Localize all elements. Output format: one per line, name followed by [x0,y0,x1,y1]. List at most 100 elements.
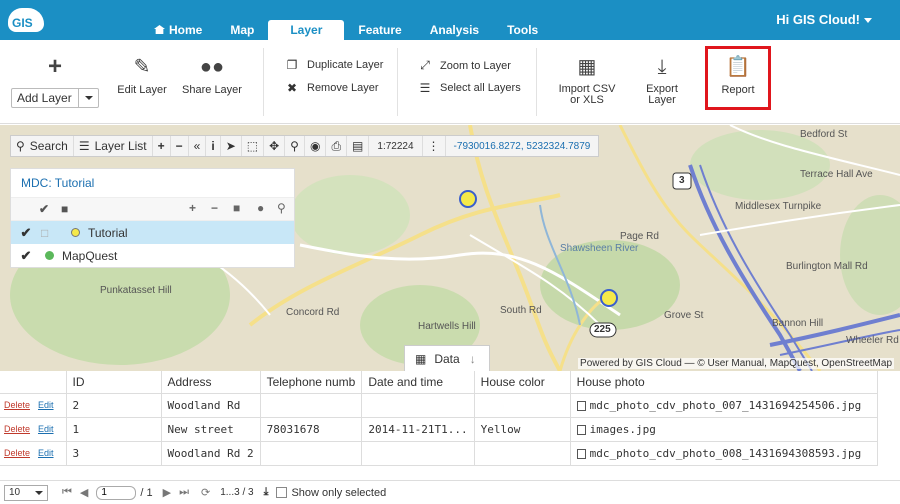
page-number-input[interactable] [96,485,137,500]
lock-icon[interactable]: □ [41,226,59,240]
globe-icon: ◉ [309,139,321,153]
column-header[interactable]: ID [66,371,162,394]
map-label: Shawsheen River [560,243,639,254]
refresh-icon[interactable]: ⟳ [201,486,210,499]
user-icon[interactable]: ● [257,201,264,215]
share-layer-button[interactable]: ●● Share Layer [182,56,242,96]
print-button[interactable]: ⎙ [326,136,348,156]
select-all-layers-button[interactable]: ☰ Select all Layers [418,81,521,95]
info-icon: i [211,139,215,153]
layer-row-tutorial[interactable]: ✔ □ Tutorial [11,221,294,244]
column-header[interactable]: Telephone numb [260,371,363,394]
download-icon: ⤓ [657,56,667,78]
delete-link[interactable]: Delete [4,400,30,410]
table-cell: 1 [66,417,162,442]
table-row[interactable]: Delete Edit 3 Woodland Rd 2 mdc_photo_cdv… [0,441,879,466]
edit-link[interactable]: Edit [38,424,54,434]
table-cell: 3 [66,441,162,466]
globe-button[interactable]: ◉ [305,136,327,156]
column-header[interactable]: Address [161,371,261,394]
folder-icon[interactable]: ■ [233,201,240,215]
import-csv-button[interactable]: ▦ Import CSV or XLS [556,56,618,106]
table-cell [361,393,475,418]
collapse-button[interactable]: « [189,136,207,156]
zoom-in-button[interactable]: + [153,136,171,156]
tab-feature[interactable]: Feature [344,20,415,40]
report-highlight [705,46,771,110]
column-header[interactable]: Date and time [361,371,475,394]
zoom-to-layer-button[interactable]: ⤢ Zoom to Layer [418,58,511,73]
visibility-check-icon[interactable]: ✔ [11,248,41,264]
edit-link[interactable]: Edit [38,400,54,410]
info-button[interactable]: i [206,136,221,156]
column-header[interactable]: House photo [570,371,879,394]
minus-icon[interactable]: − [211,201,218,215]
box-select-button[interactable]: ⬚ [242,136,265,156]
expand-icon: ⤢ [420,58,430,72]
select-pointer-button[interactable]: ➤ [221,136,242,156]
page-size-select[interactable]: 10 [4,484,48,501]
column-header[interactable]: House color [474,371,571,394]
edit-layer-button[interactable]: ✎ Edit Layer [115,56,169,96]
layer-row-mapquest[interactable]: ✔ MapQuest [11,244,294,267]
tab-home[interactable]: Home [140,20,216,40]
show-selected-checkbox[interactable] [276,487,288,498]
add-layer-dropdown[interactable]: Add Layer [11,88,99,108]
show-selected-label: Show only selected [291,486,387,499]
table-row[interactable]: Delete Edit 2 Woodland Rd mdc_photo_cdv_p… [0,393,879,418]
zoom-icon[interactable]: ⚲ [277,201,286,215]
add-icon[interactable]: + [189,201,196,215]
more-icon[interactable]: ⋮ [423,136,446,156]
last-page-button[interactable]: ⏭ [179,486,189,499]
tab-layer[interactable]: Layer [268,20,345,40]
layer-color-icon [71,228,80,237]
table-cell [474,393,571,418]
table-cell-photo[interactable]: mdc_photo_cdv_photo_007_1431694254506.jp… [570,393,879,418]
table-cell-photo[interactable]: mdc_photo_cdv_photo_008_1431694308593.jp… [570,441,879,466]
tab-tools[interactable]: Tools [493,20,552,40]
search-button[interactable]: ⚲ Search [11,136,74,156]
delete-link[interactable]: Delete [4,448,30,458]
map-label: South Rd [500,305,542,316]
layer-list-button[interactable]: ☰ Layer List [74,136,153,156]
divider [536,48,537,116]
table-cell: 78031678 [260,417,363,442]
divider [397,48,398,116]
double-chevron-left-icon: « [193,139,201,153]
edit-link[interactable]: Edit [38,448,54,458]
tab-analysis[interactable]: Analysis [416,20,493,40]
tab-map[interactable]: Map [216,20,268,40]
pan-button[interactable]: ✥ [264,136,286,156]
remove-layer-button[interactable]: ✖ Remove Layer [285,81,379,95]
feature-point[interactable] [600,289,618,307]
table-header: ID Address Telephone numb Date and time … [0,371,879,394]
add-layer-icon-button[interactable]: + [40,55,70,84]
map-toolbar: ⚲ Search ☰ Layer List + − « i ➤ ⬚ ✥ ⚲ ◉ ⎙ … [10,135,600,157]
check-all-icon[interactable]: ✔ [39,202,49,216]
measure-button[interactable]: ▤ [347,136,370,156]
table-icon: ▦ [577,56,597,78]
home-icon [154,25,165,34]
map-label: Bannon Hill [772,318,824,329]
map-label: Middlesex Turnpike [735,201,822,212]
data-panel-tab[interactable]: ▦ Data ↓ [404,345,490,371]
visibility-check-icon[interactable]: ✔ [11,225,41,241]
first-page-button[interactable]: ⏮ [62,486,72,499]
prev-page-button[interactable]: ◀ [80,486,88,499]
zoom-out-button[interactable]: − [171,136,189,156]
table-cell-photo[interactable]: images.jpg [570,417,879,442]
export-layer-button[interactable]: ⤓ Export Layer [638,56,686,106]
next-page-button[interactable]: ▶ [163,486,171,499]
lock-icon[interactable]: ■ [61,202,68,216]
download-icon[interactable]: ⤓ [264,486,269,499]
delete-link[interactable]: Delete [4,424,30,434]
table-cell [474,441,571,466]
zoom-button[interactable]: ⚲ [285,136,305,156]
duplicate-layer-button[interactable]: ❐ Duplicate Layer [285,58,384,72]
gis-cloud-logo[interactable]: GIS [6,6,46,34]
table-cell: Yellow [474,417,571,442]
map-canvas[interactable]: Punkatasset Hill Balls Hill Concord Rd H… [0,125,900,371]
feature-point[interactable] [459,190,477,208]
table-row[interactable]: Delete Edit 1 New street 78031678 2014-11… [0,417,879,442]
user-menu[interactable]: Hi GIS Cloud! [776,12,872,27]
